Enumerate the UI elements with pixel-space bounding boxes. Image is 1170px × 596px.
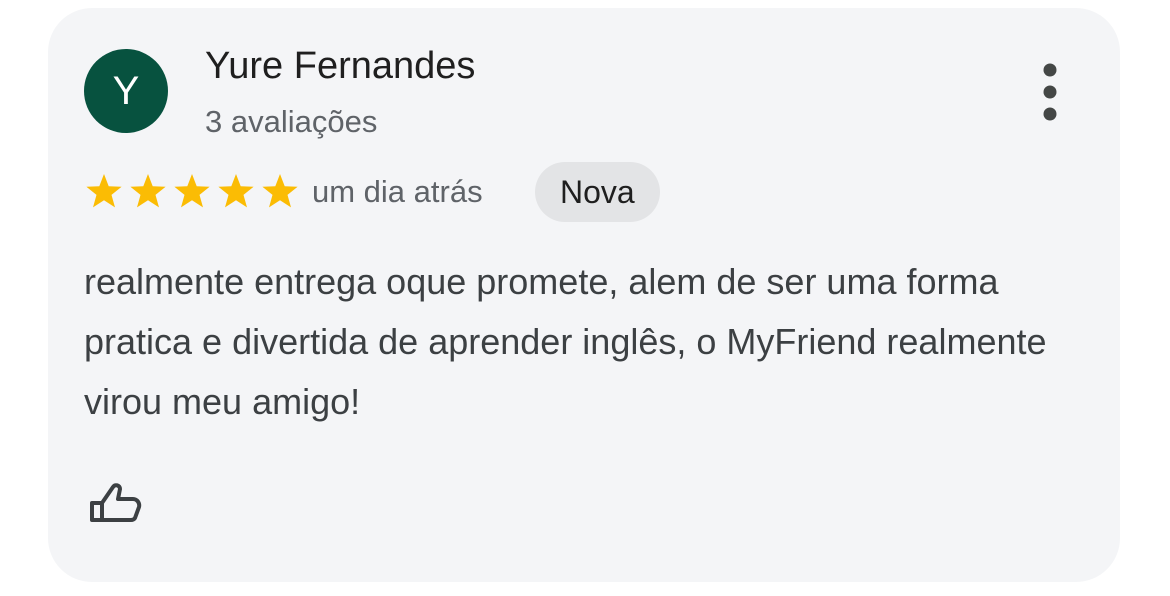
star-rating	[84, 172, 300, 212]
review-text: realmente entrega oque promete, alem de …	[84, 261, 1047, 422]
new-badge: Nova	[535, 162, 660, 222]
star-icon	[128, 172, 168, 212]
star-icon	[260, 172, 300, 212]
author-name[interactable]: Yure Fernandes	[205, 44, 475, 88]
review-time: um dia atrás	[312, 174, 483, 209]
star-icon	[172, 172, 212, 212]
star-icon	[216, 172, 256, 212]
author-review-count: 3 avaliações	[205, 104, 378, 139]
like-button[interactable]	[84, 472, 148, 536]
more-options-button[interactable]	[1028, 60, 1072, 124]
review-card: Y Yure Fernandes 3 avaliações um dia atr…	[48, 8, 1120, 582]
thumb-up-icon	[84, 472, 148, 536]
more-vert-icon	[1028, 60, 1072, 124]
avatar[interactable]: Y	[84, 49, 168, 133]
star-icon	[84, 172, 124, 212]
